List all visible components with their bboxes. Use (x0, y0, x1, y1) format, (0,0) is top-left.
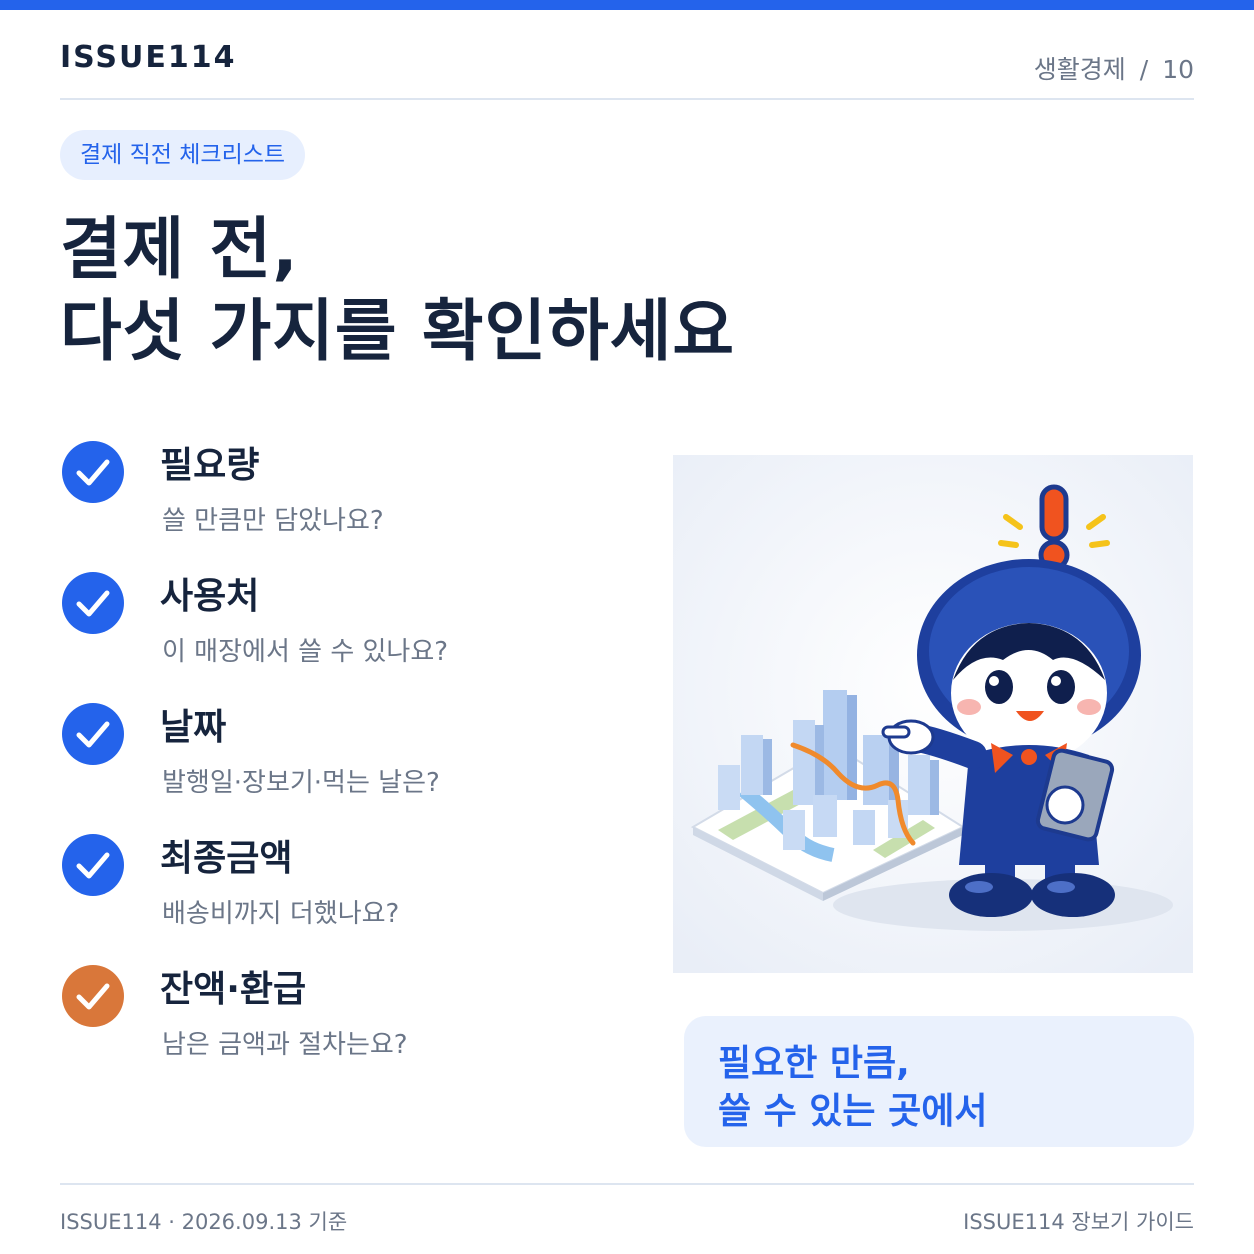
callout-line-1: 필요한 만큼, (718, 1043, 910, 1084)
page-title: 결제 전, 다섯 가지를 확인하세요 (60, 208, 735, 372)
checklist-item: 사용처 이 매장에서 쓸 수 있나요? (60, 563, 620, 694)
check-icon (62, 965, 124, 1027)
footer-guide-name: ISSUE114 장보기 가이드 (963, 1210, 1194, 1234)
checklist-item-subtitle: 배송비까지 더했나요? (162, 899, 400, 929)
checklist-item: 최종금액 배송비까지 더했나요? (60, 825, 620, 956)
mascot-illustration (673, 455, 1193, 973)
check-icon (62, 703, 124, 765)
checklist-item-title: 잔액·환급 (160, 969, 307, 1010)
breadcrumb-separator: / (1139, 55, 1149, 84)
checklist-item-title: 날짜 (160, 707, 227, 748)
check-icon (62, 572, 124, 634)
checklist-item-title: 필요량 (160, 445, 260, 486)
footer-date: ISSUE114 · 2026.09.13 기준 (60, 1210, 348, 1234)
checklist-item: 잔액·환급 남은 금액과 절차는요? (60, 956, 620, 1087)
callout-line-2: 쓸 수 있는 곳에서 (718, 1091, 988, 1132)
checklist-item-subtitle: 남은 금액과 절차는요? (162, 1030, 408, 1060)
topic-tag: 결제 직전 체크리스트 (60, 130, 306, 180)
title-line-1: 결제 전, (60, 210, 299, 288)
checklist-item-title: 사용처 (160, 576, 260, 617)
breadcrumb: 생활경제 / 10 (1034, 50, 1194, 86)
page-number: 10 (1162, 55, 1194, 84)
checklist-item-subtitle: 이 매장에서 쓸 수 있나요? (162, 637, 449, 667)
key-message-callout: 필요한 만큼, 쓸 수 있는 곳에서 (684, 1016, 1194, 1147)
checklist-item-subtitle: 쓸 만큼만 담았나요? (162, 506, 384, 536)
checklist: 필요량 쓸 만큼만 담았나요? 사용처 이 매장에서 쓸 수 있나요? 날짜 발… (60, 432, 620, 1087)
header-divider (60, 98, 1194, 100)
top-accent-bar (0, 0, 1254, 10)
checklist-item-title: 최종금액 (160, 838, 293, 879)
checklist-item-subtitle: 발행일·장보기·먹는 날은? (162, 768, 440, 798)
checklist-item: 날짜 발행일·장보기·먹는 날은? (60, 694, 620, 825)
check-icon (62, 834, 124, 896)
category-label: 생활경제 (1033, 55, 1126, 84)
footer-divider (60, 1183, 1194, 1185)
check-icon (62, 441, 124, 503)
checklist-item: 필요량 쓸 만큼만 담았나요? (60, 432, 620, 563)
title-line-2: 다섯 가지를 확인하세요 (60, 292, 736, 370)
brand-logo: ISSUE114 (60, 40, 237, 75)
